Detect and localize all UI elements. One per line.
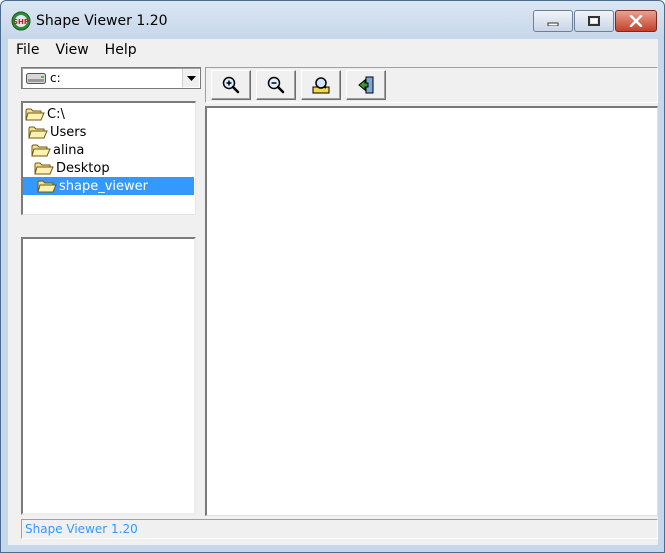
- status-text: Shape Viewer 1.20: [25, 522, 138, 536]
- exit-button[interactable]: [346, 70, 386, 100]
- open-folder-icon: [25, 108, 45, 121]
- title-bar[interactable]: SHP Shape Viewer 1.20: [1, 1, 664, 39]
- status-bar: Shape Viewer 1.20: [21, 519, 658, 539]
- directory-label: C:\: [47, 106, 65, 122]
- zoom-out-icon: [267, 76, 285, 94]
- directory-list[interactable]: C:\ Users alina Desktop shape_viewer: [21, 101, 196, 215]
- open-folder-icon: [31, 144, 51, 157]
- svg-text:SHP: SHP: [13, 18, 29, 26]
- app-icon: SHP: [11, 11, 31, 31]
- window-title: Shape Viewer 1.20: [36, 13, 168, 29]
- directory-item-root[interactable]: C:\: [25, 105, 65, 123]
- client-area: File View Help c: C:\ Users alina Deskto…: [8, 39, 658, 545]
- zoom-in-icon: [222, 76, 240, 94]
- find-button[interactable]: [301, 70, 341, 100]
- directory-label: shape_viewer: [59, 178, 149, 194]
- app-window: SHP Shape Viewer 1.20 File View Help c: …: [0, 0, 665, 553]
- restore-button[interactable]: [574, 10, 614, 32]
- zoom-in-button[interactable]: [211, 70, 251, 100]
- hard-drive-icon: [26, 73, 46, 84]
- drive-label: c:: [50, 71, 61, 85]
- directory-label: Desktop: [56, 160, 110, 176]
- dropdown-button[interactable]: [182, 69, 199, 87]
- open-folder-icon: [37, 180, 57, 193]
- exit-icon: [358, 76, 374, 94]
- menu-bar: File View Help: [8, 39, 658, 61]
- zoom-out-button[interactable]: [256, 70, 296, 100]
- drive-select[interactable]: c:: [21, 67, 201, 89]
- file-list[interactable]: [21, 237, 196, 515]
- open-folder-icon: [28, 126, 48, 139]
- minimize-icon: [547, 22, 559, 26]
- close-icon: [629, 15, 643, 27]
- toolbar: [205, 67, 658, 103]
- directory-label: Users: [50, 124, 87, 140]
- menu-view[interactable]: View: [48, 42, 95, 58]
- close-button[interactable]: [615, 10, 657, 32]
- shape-canvas[interactable]: [205, 106, 658, 516]
- directory-item-users[interactable]: Users: [28, 123, 86, 141]
- directory-item-shape-viewer[interactable]: shape_viewer: [23, 177, 194, 195]
- restore-icon: [588, 16, 600, 26]
- directory-item-desktop[interactable]: Desktop: [34, 159, 110, 177]
- minimize-button[interactable]: [533, 10, 573, 32]
- menu-file[interactable]: File: [8, 42, 46, 58]
- open-folder-icon: [34, 162, 54, 175]
- chevron-down-icon: [186, 75, 196, 81]
- directory-item-alina[interactable]: alina: [31, 141, 84, 159]
- directory-label: alina: [53, 142, 85, 158]
- menu-help[interactable]: Help: [98, 42, 144, 58]
- find-icon: [312, 77, 330, 94]
